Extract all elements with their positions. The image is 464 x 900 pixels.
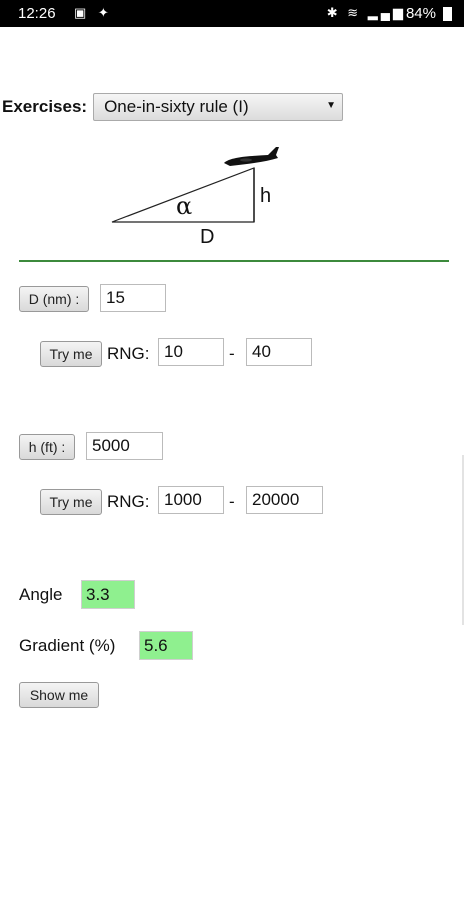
angle-output: 3.3	[81, 580, 135, 609]
exercises-selected-value: One-in-sixty rule (I)	[104, 97, 249, 116]
alpha-label: α	[176, 192, 192, 220]
status-time: 12:26	[18, 5, 56, 22]
exercises-select[interactable]: One-in-sixty rule (I) ▼	[93, 93, 344, 121]
h-rng-min-input[interactable]: 1000	[158, 486, 224, 514]
angle-label: Angle	[19, 585, 63, 604]
notification-icons: ▣ ✦	[74, 5, 113, 20]
gradient-output: 5.6	[139, 631, 193, 660]
h-value-input[interactable]: 5000	[86, 432, 163, 460]
d-try-me-button[interactable]: Try me	[40, 341, 102, 367]
d-value-input[interactable]: 15	[100, 284, 166, 312]
gradient-label: Gradient (%)	[19, 636, 116, 655]
h-label: h	[260, 185, 271, 207]
exercises-row: Exercises: One-in-sixty rule (I) ▼	[2, 92, 344, 122]
d-rng-max-input[interactable]: 40	[246, 338, 312, 366]
dropdown-arrow-icon: ▼	[326, 100, 337, 111]
d-rng-label: RNG:	[107, 344, 150, 363]
d-label: D	[200, 226, 214, 248]
h-ft-button[interactable]: h (ft) :	[19, 434, 75, 460]
battery-percent: 84%	[405, 5, 436, 22]
d-nm-button[interactable]: D (nm) :	[19, 286, 89, 312]
connectivity-icons: ✱ ≋ ▂▄▆	[326, 5, 406, 20]
section-divider	[19, 260, 449, 262]
h-rng-max-input[interactable]: 20000	[246, 486, 323, 514]
h-rng-dash: -	[229, 492, 235, 511]
exercises-label: Exercises:	[2, 97, 88, 116]
d-rng-min-input[interactable]: 10	[158, 338, 224, 366]
h-try-me-button[interactable]: Try me	[40, 489, 102, 515]
battery-icon	[443, 7, 452, 21]
one-in-sixty-diagram: α h D	[111, 147, 279, 248]
d-rng-dash: -	[229, 344, 235, 363]
airplane-icon	[224, 147, 279, 166]
show-me-button[interactable]: Show me	[19, 682, 99, 708]
h-rng-label: RNG:	[107, 492, 150, 511]
status-bar: 12:26 ▣ ✦ ✱ ≋ ▂▄▆ 84%	[0, 0, 464, 27]
